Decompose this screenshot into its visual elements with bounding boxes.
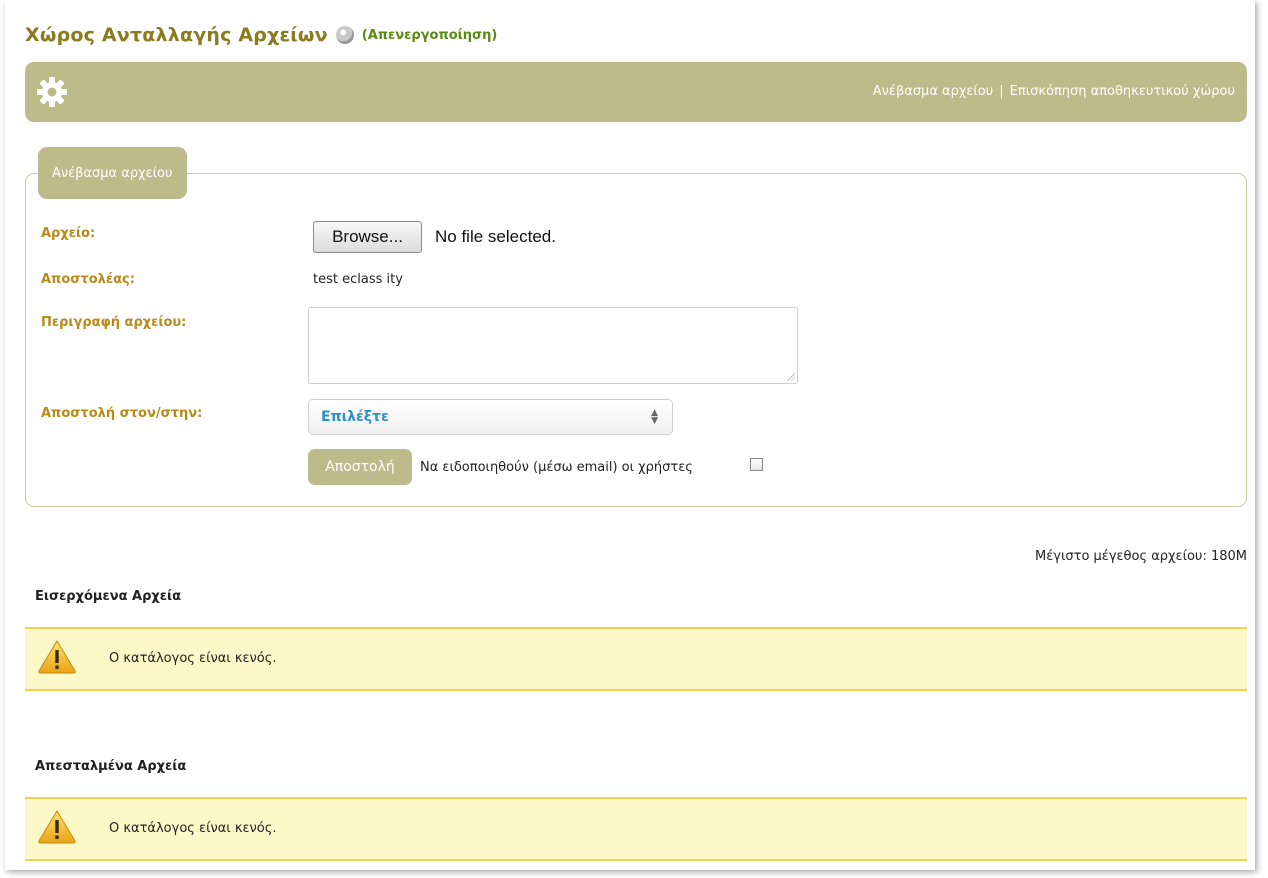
- send-button[interactable]: Αποστολή: [308, 449, 412, 485]
- toggle-status-icon[interactable]: [335, 26, 354, 44]
- sent-empty-message: Ο κατάλογος είναι κενός.: [109, 821, 277, 836]
- file-label: Αρχείο:: [41, 226, 96, 241]
- gear-icon[interactable]: [35, 75, 69, 109]
- browse-button[interactable]: Browse...: [313, 221, 422, 253]
- recipient-label: Αποστολή στον/στην:: [41, 406, 203, 421]
- header: Χώρος Ανταλλαγής Αρχείων (Απενεργοποίηση…: [25, 20, 497, 50]
- description-label: Περιγραφή αρχείου:: [41, 315, 187, 330]
- upload-file-link[interactable]: Ανέβασμα αρχείου: [873, 84, 994, 99]
- notify-label: Να ειδοποιηθούν (μέσω email) οι χρήστες: [420, 460, 693, 475]
- upload-legend: Ανέβασμα αρχείου: [38, 147, 187, 199]
- deactivate-link[interactable]: (Απενεργοποίηση): [362, 28, 498, 43]
- warning-icon: [38, 640, 76, 674]
- incoming-title: Εισερχόμενα Αρχεία: [35, 589, 182, 604]
- storage-overview-link[interactable]: Επισκόπηση αποθηκευτικού χώρου: [1010, 84, 1235, 99]
- no-file-text: No file selected.: [435, 227, 556, 246]
- notify-checkbox[interactable]: [750, 458, 763, 471]
- page: Χώρος Ανταλλαγής Αρχείων (Απενεργοποίηση…: [5, 0, 1255, 870]
- toolbar-links: Ανέβασμα αρχείου | Επισκόπηση αποθηκευτικο…: [873, 84, 1235, 99]
- max-size-text: Μέγιστο μέγεθος αρχείου: 180M: [1035, 549, 1247, 564]
- warning-icon: [38, 810, 76, 844]
- incoming-empty-message: Ο κατάλογος είναι κενός.: [109, 651, 277, 666]
- sender-value: test eclass ity: [313, 272, 403, 287]
- resize-grip-icon[interactable]: [787, 373, 795, 381]
- sender-label: Αποστολέας:: [41, 272, 135, 287]
- incoming-empty-alert: Ο κατάλογος είναι κενός.: [25, 627, 1247, 691]
- page-title: Χώρος Ανταλλαγής Αρχείων: [25, 24, 328, 46]
- link-separator: |: [999, 84, 1004, 99]
- toolbar: Ανέβασμα αρχείου | Επισκόπηση αποθηκευτικο…: [25, 62, 1247, 122]
- sent-title: Απεσταλμένα Αρχεία: [35, 759, 187, 774]
- recipient-select[interactable]: Επιλέξτε ▲ ▼: [308, 399, 673, 435]
- select-arrows-icon: ▲ ▼: [651, 408, 658, 426]
- recipient-select-value: Επιλέξτε: [321, 409, 389, 425]
- description-textarea[interactable]: [308, 307, 798, 384]
- sent-empty-alert: Ο κατάλογος είναι κενός.: [25, 797, 1247, 861]
